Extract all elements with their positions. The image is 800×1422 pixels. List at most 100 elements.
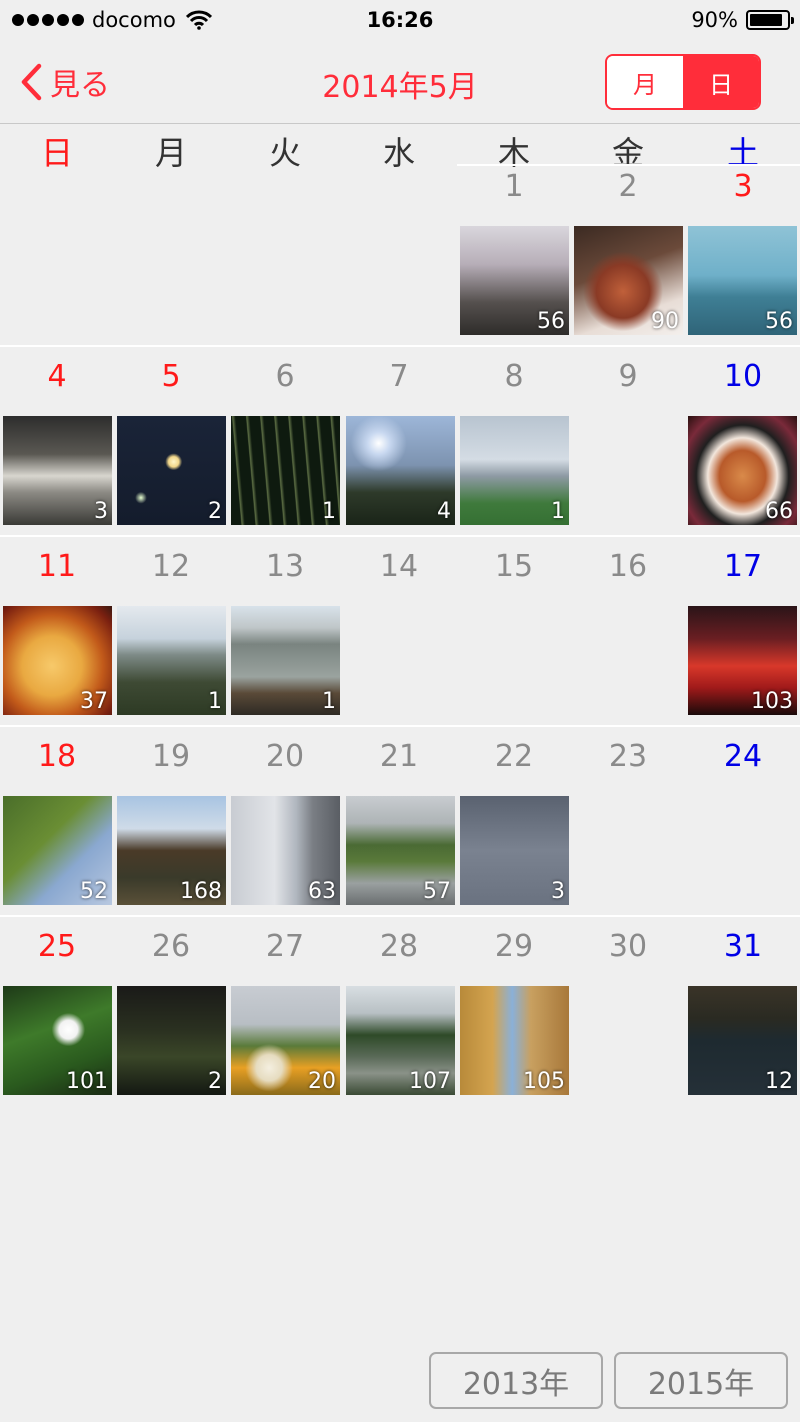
photo-thumbnail-temple[interactable]: 168 <box>117 796 226 905</box>
weekday-saturday: 土 <box>726 134 759 172</box>
weekday-wednesday: 水 <box>382 134 415 172</box>
photo-count: 107 <box>409 1069 451 1094</box>
photo-count: 2 <box>208 499 222 524</box>
photo-count: 37 <box>80 689 108 714</box>
photo-thumbnail-pond-ducks[interactable]: 12 <box>688 986 797 1095</box>
previous-year-button[interactable]: 2013年 <box>429 1352 603 1409</box>
weekday-thursday: 木 <box>497 134 530 172</box>
photo-thumbnail-bridge[interactable]: 1 <box>460 416 569 525</box>
day-number-30: 30 <box>608 929 648 964</box>
week-separator <box>0 915 800 917</box>
photo-thumbnail-city-view[interactable]: 1 <box>117 606 226 715</box>
day-number-9: 9 <box>618 359 638 394</box>
day-number-11: 11 <box>37 549 77 584</box>
photo-count: 90 <box>651 309 679 334</box>
photo-count: 12 <box>765 1069 793 1094</box>
photo-thumbnail-ginkgo-avenue[interactable]: 105 <box>460 986 569 1095</box>
photo-thumbnail-oyakodon[interactable]: 37 <box>3 606 112 715</box>
photo-thumbnail-moon-night[interactable]: 2 <box>117 416 226 525</box>
weekday-monday: 月 <box>154 134 187 172</box>
photo-count: 57 <box>423 879 451 904</box>
photo-count: 52 <box>80 879 108 904</box>
day-number-29: 29 <box>494 929 534 964</box>
photo-thumbnail-roof-birds[interactable]: 1 <box>231 606 340 715</box>
photo-count: 3 <box>551 879 565 904</box>
day-number-19: 19 <box>151 739 191 774</box>
next-year-button[interactable]: 2015年 <box>614 1352 788 1409</box>
day-number-10: 10 <box>723 359 763 394</box>
day-number-15: 15 <box>494 549 534 584</box>
photo-thumbnail-red-sunset[interactable]: 103 <box>688 606 797 715</box>
photo-thumbnail-fountain[interactable]: 107 <box>346 986 455 1095</box>
photo-count: 63 <box>308 879 336 904</box>
day-number-23: 23 <box>608 739 648 774</box>
day-number-4: 4 <box>47 359 67 394</box>
day-number-13: 13 <box>265 549 305 584</box>
day-number-28: 28 <box>379 929 419 964</box>
photo-thumbnail-bamboo-night[interactable]: 1 <box>231 416 340 525</box>
photo-thumbnail-cake[interactable]: 66 <box>688 416 797 525</box>
day-number-16: 16 <box>608 549 648 584</box>
photo-count: 4 <box>437 499 451 524</box>
photo-count: 105 <box>523 1069 565 1094</box>
day-number-1: 1 <box>504 169 524 204</box>
photo-count: 2 <box>208 1069 222 1094</box>
clock: 16:26 <box>366 8 434 32</box>
day-number-26: 26 <box>151 929 191 964</box>
status-bar: docomo 16:26 90% <box>0 0 800 40</box>
segment-month[interactable]: 月 <box>607 56 683 108</box>
view-mode-segmented-control[interactable]: 月 日 <box>605 54 761 110</box>
day-number-24: 24 <box>723 739 763 774</box>
day-number-6: 6 <box>275 359 295 394</box>
photo-count: 66 <box>765 499 793 524</box>
photo-count: 168 <box>180 879 222 904</box>
photo-count: 1 <box>322 499 336 524</box>
day-number-31: 31 <box>723 929 763 964</box>
photo-thumbnail-flower-field[interactable]: 20 <box>231 986 340 1095</box>
photo-thumbnail-skytree[interactable]: 63 <box>231 796 340 905</box>
photo-count: 20 <box>308 1069 336 1094</box>
day-number-27: 27 <box>265 929 305 964</box>
photo-thumbnail-sea[interactable]: 56 <box>688 226 797 335</box>
photo-count: 56 <box>765 309 793 334</box>
photo-thumbnail-green-roof[interactable]: 57 <box>346 796 455 905</box>
day-number-21: 21 <box>379 739 419 774</box>
battery-icon <box>746 10 794 30</box>
photo-count: 1 <box>322 689 336 714</box>
photo-thumbnail-cherry-trees[interactable]: 56 <box>460 226 569 335</box>
weekday-header: 日 月 火 水 木 金 土 <box>0 126 800 172</box>
day-number-2: 2 <box>618 169 638 204</box>
photo-thumbnail-white-flower[interactable]: 101 <box>3 986 112 1095</box>
day-number-5: 5 <box>161 359 181 394</box>
day-number-3: 3 <box>733 169 753 204</box>
photo-thumbnail-dark-bush[interactable]: 2 <box>117 986 226 1095</box>
photo-count: 1 <box>551 499 565 524</box>
day-number-8: 8 <box>504 359 524 394</box>
photo-thumbnail-green-tree[interactable]: 52 <box>3 796 112 905</box>
day-number-14: 14 <box>379 549 419 584</box>
day-number-22: 22 <box>494 739 534 774</box>
battery-percent: 90% <box>691 8 738 32</box>
day-number-7: 7 <box>389 359 409 394</box>
weekday-sunday: 日 <box>40 134 73 172</box>
week-separator <box>457 164 800 166</box>
photo-thumbnail-stone-wall-water[interactable]: 3 <box>3 416 112 525</box>
day-number-25: 25 <box>37 929 77 964</box>
photo-count: 103 <box>751 689 793 714</box>
day-number-17: 17 <box>723 549 763 584</box>
segment-day[interactable]: 日 <box>683 56 759 108</box>
photo-count: 101 <box>66 1069 108 1094</box>
photo-count: 3 <box>94 499 108 524</box>
weekday-friday: 金 <box>611 134 644 172</box>
week-separator <box>0 535 800 537</box>
photo-count: 56 <box>537 309 565 334</box>
photo-thumbnail-tree-sky[interactable]: 4 <box>346 416 455 525</box>
photo-count: 1 <box>208 689 222 714</box>
week-separator <box>0 725 800 727</box>
navigation-bar: 見る 2014年5月 月 日 <box>0 40 800 124</box>
day-number-20: 20 <box>265 739 305 774</box>
weekday-tuesday: 火 <box>268 134 301 172</box>
day-number-12: 12 <box>151 549 191 584</box>
photo-thumbnail-tea-glass[interactable]: 90 <box>574 226 683 335</box>
photo-thumbnail-rainbow[interactable]: 3 <box>460 796 569 905</box>
